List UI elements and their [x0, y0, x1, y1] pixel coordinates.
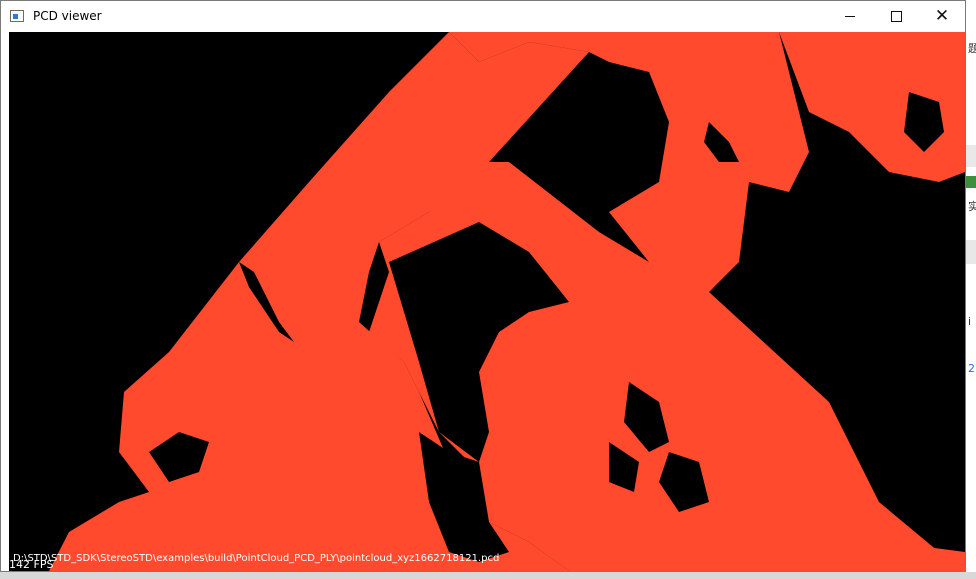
point-cloud-viewport[interactable]: D:\STD\STD_SDK\StereoSTD\examples\build\… [9, 32, 965, 571]
background-glyph: 题 [968, 42, 976, 55]
background-app-edge [966, 0, 976, 579]
fps-counter: 142 FPS [9, 558, 54, 571]
maximize-button[interactable] [873, 1, 919, 31]
window-title: PCD viewer [33, 9, 102, 23]
minimize-button[interactable] [827, 1, 873, 31]
maximize-icon [890, 10, 902, 22]
background-glyph: i [968, 315, 972, 328]
close-icon: ✕ [934, 5, 950, 26]
pcd-viewer-window: PCD viewer ✕ D:\STD\STD_SDK\StereoSTD\ex… [0, 0, 966, 572]
background-strip [966, 145, 976, 167]
point-cloud-render [49, 32, 965, 571]
file-path-label: D:\STD\STD_SDK\StereoSTD\examples\build\… [13, 553, 500, 564]
background-glyph: 2 [968, 362, 975, 375]
background-strip [966, 240, 976, 264]
background-glyph: 实 [968, 200, 976, 213]
close-button[interactable]: ✕ [919, 1, 965, 31]
desktop-bottom-edge [0, 572, 976, 579]
minimize-icon [845, 15, 855, 17]
window-controls: ✕ [827, 1, 965, 31]
title-bar[interactable]: PCD viewer ✕ [1, 1, 965, 31]
background-strip [966, 176, 976, 188]
app-window-icon [10, 10, 24, 22]
